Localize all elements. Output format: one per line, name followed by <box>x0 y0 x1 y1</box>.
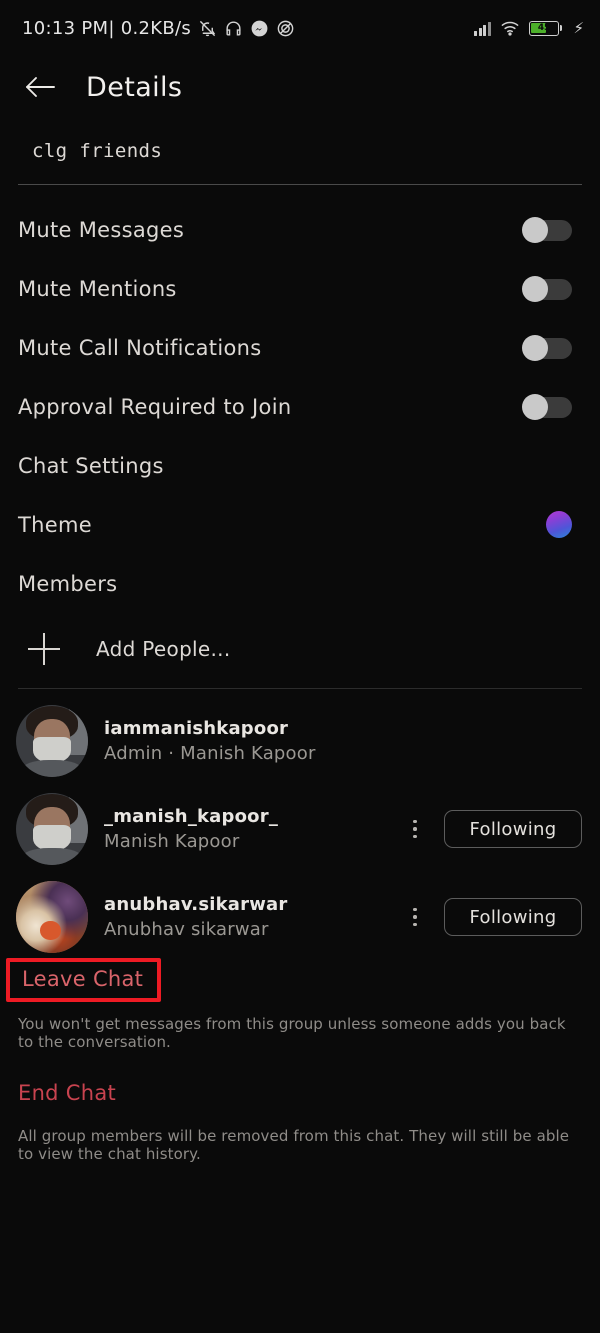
action-placeholder <box>444 722 582 760</box>
dnd-icon <box>276 19 295 38</box>
approval-required-toggle[interactable] <box>522 393 572 420</box>
following-button[interactable]: Following <box>444 898 582 936</box>
group-name-field[interactable]: clg friends <box>18 140 582 185</box>
setting-row-theme[interactable]: Theme <box>0 495 600 554</box>
end-chat-button[interactable]: End Chat <box>18 1081 116 1105</box>
battery-icon: 45 <box>528 20 563 36</box>
member-text: iammanishkapoor Admin · Manish Kapoor <box>104 718 386 764</box>
member-username: iammanishkapoor <box>104 718 289 739</box>
setting-label: Mute Messages <box>18 217 185 242</box>
avatar <box>16 705 88 777</box>
page-title: Details <box>86 71 183 103</box>
member-subtitle: Admin · Manish Kapoor <box>104 743 316 764</box>
annotation-highlight-box: Leave Chat <box>6 958 162 1002</box>
headphone-icon <box>224 19 243 38</box>
leave-chat-button[interactable]: Leave Chat <box>22 967 143 991</box>
avatar <box>16 881 88 953</box>
add-people-button[interactable]: Add People... <box>0 620 600 678</box>
battery-level: 45 <box>537 23 551 33</box>
member-text: _manish_kapoor_ Manish Kapoor <box>104 806 386 852</box>
following-button[interactable]: Following <box>444 810 582 848</box>
leave-chat-description: You won't get messages from this group u… <box>18 1015 566 1052</box>
mute-call-notifications-toggle[interactable] <box>522 334 572 361</box>
add-people-label: Add People... <box>96 637 231 661</box>
back-arrow-icon[interactable] <box>20 70 60 104</box>
table-row[interactable]: anubhav.sikarwar Anubhav sikarwar Follow… <box>0 873 600 961</box>
member-subtitle: Anubhav sikarwar <box>104 919 269 940</box>
member-username: anubhav.sikarwar <box>104 894 288 915</box>
group-name-underline <box>18 184 582 185</box>
members-list: iammanishkapoor Admin · Manish Kapoor _m… <box>0 697 600 961</box>
setting-row-mute-mentions[interactable]: Mute Mentions <box>0 259 600 318</box>
status-bar-right: 45 ⚡ <box>474 20 584 36</box>
table-row[interactable]: iammanishkapoor Admin · Manish Kapoor <box>0 697 600 785</box>
setting-row-members: Members <box>0 554 600 613</box>
member-subtitle: Manish Kapoor <box>104 831 240 852</box>
setting-row-mute-messages[interactable]: Mute Messages <box>0 200 600 259</box>
leave-chat-highlight-wrapper: Leave Chat <box>6 958 162 1002</box>
setting-label: Mute Mentions <box>18 276 177 301</box>
setting-label: Members <box>18 571 118 596</box>
setting-label: Approval Required to Join <box>18 394 292 419</box>
messenger-icon <box>250 19 269 38</box>
status-bar: 10:13 PM| 0.2KB/s 45 ⚡ <box>0 0 600 56</box>
app-header: Details <box>0 56 600 118</box>
charging-bolt-icon: ⚡ <box>573 18 584 37</box>
more-options-icon[interactable] <box>402 901 428 933</box>
setting-row-approval-required[interactable]: Approval Required to Join <box>0 377 600 436</box>
settings-list: Mute Messages Mute Mentions Mute Call No… <box>0 200 600 613</box>
members-divider <box>18 688 582 689</box>
setting-row-mute-call-notifications[interactable]: Mute Call Notifications <box>0 318 600 377</box>
status-bar-left: 10:13 PM| 0.2KB/s <box>22 18 295 39</box>
group-name-value[interactable]: clg friends <box>18 140 582 162</box>
member-text: anubhav.sikarwar Anubhav sikarwar <box>104 894 386 940</box>
setting-label: Theme <box>18 512 92 537</box>
bell-muted-icon <box>198 19 217 38</box>
setting-label: Chat Settings <box>18 453 164 478</box>
avatar <box>16 793 88 865</box>
wifi-icon <box>500 20 520 36</box>
end-chat-description: All group members will be removed from t… <box>18 1127 570 1164</box>
following-button-label: Following <box>469 906 557 928</box>
status-clock: 10:13 PM| 0.2KB/s <box>22 17 192 39</box>
setting-row-chat-settings[interactable]: Chat Settings <box>0 436 600 495</box>
theme-color-swatch[interactable] <box>546 511 572 538</box>
signal-bars-icon <box>474 21 491 36</box>
mute-messages-toggle[interactable] <box>522 216 572 243</box>
more-options-icon[interactable] <box>402 813 428 845</box>
plus-icon <box>28 633 60 665</box>
table-row[interactable]: _manish_kapoor_ Manish Kapoor Following <box>0 785 600 873</box>
setting-label: Mute Call Notifications <box>18 335 262 360</box>
mute-mentions-toggle[interactable] <box>522 275 572 302</box>
following-button-label: Following <box>469 818 557 840</box>
member-username: _manish_kapoor_ <box>104 806 279 827</box>
